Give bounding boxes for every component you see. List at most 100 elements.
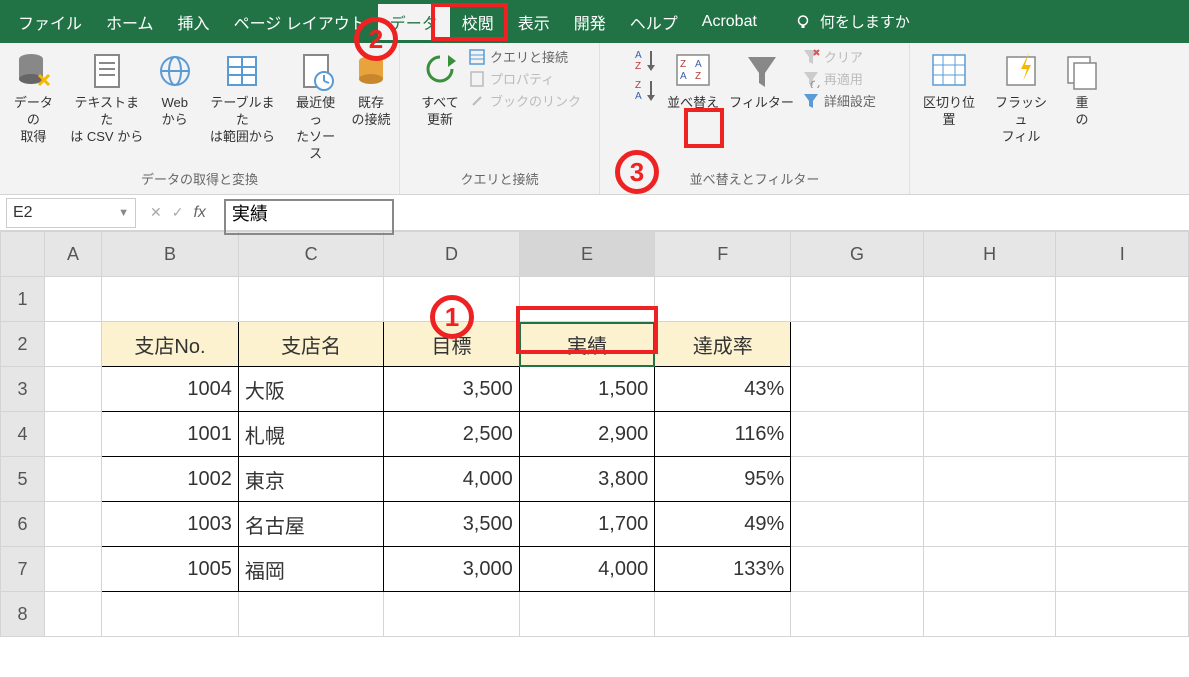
worksheet: A B C D E F G H I 1 2 支店No. 支店名 目標 実績 達成… [0, 231, 1189, 637]
cell-e7[interactable]: 4,000 [519, 547, 654, 592]
edit-links-icon [468, 92, 486, 110]
tab-help[interactable]: ヘルプ [618, 4, 690, 40]
cell-b7[interactable]: 1005 [102, 547, 239, 592]
cell-c5[interactable]: 東京 [238, 457, 383, 502]
row-header-3[interactable]: 3 [1, 367, 45, 412]
row-header-5[interactable]: 5 [1, 457, 45, 502]
cell-e6[interactable]: 1,700 [519, 502, 654, 547]
cell-c3[interactable]: 大阪 [238, 367, 383, 412]
cell-e2[interactable]: 実績 [519, 322, 654, 367]
tab-view[interactable]: 表示 [506, 4, 562, 40]
from-csv-button[interactable]: テキストまた は CSV から [67, 47, 147, 148]
sort-button[interactable]: ZAAZ 並べ替え [665, 47, 721, 114]
svg-text:A: A [695, 59, 702, 70]
cell-f7[interactable]: 133% [655, 547, 791, 592]
cell-d6[interactable]: 3,500 [384, 502, 519, 547]
cell-d7[interactable]: 3,000 [384, 547, 519, 592]
refresh-all-button[interactable]: すべて 更新 [418, 47, 462, 131]
text-file-icon [87, 49, 127, 93]
filter-button[interactable]: フィルター [727, 47, 796, 114]
chevron-down-icon[interactable]: ▼ [118, 207, 129, 219]
reapply-button[interactable]: 再適用 [802, 69, 876, 88]
advanced-filter-button[interactable]: 詳細設定 [802, 91, 876, 110]
tab-review[interactable]: 校閲 [450, 4, 506, 40]
cell-c7[interactable]: 福岡 [238, 547, 383, 592]
text-to-cols-label: 区切り位置 [918, 95, 980, 129]
cell-b5[interactable]: 1002 [102, 457, 239, 502]
cell-f2[interactable]: 達成率 [655, 322, 791, 367]
cell-f4[interactable]: 116% [655, 412, 791, 457]
cell-b4[interactable]: 1001 [102, 412, 239, 457]
refresh-icon [420, 49, 460, 93]
remove-duplicates-button[interactable]: 重 の [1060, 47, 1104, 131]
cell-e3[interactable]: 1,500 [519, 367, 654, 412]
name-box[interactable]: E2 ▼ [6, 198, 136, 228]
row-header-8[interactable]: 8 [1, 592, 45, 637]
cell-b2[interactable]: 支店No. [102, 322, 239, 367]
grid[interactable]: A B C D E F G H I 1 2 支店No. 支店名 目標 実績 達成… [0, 231, 1189, 637]
properties-button[interactable]: プロパティ [468, 69, 581, 88]
from-web-button[interactable]: Web から [153, 47, 197, 131]
col-header-b[interactable]: B [102, 232, 239, 277]
enter-icon[interactable]: ✓ [172, 204, 184, 221]
col-header-a[interactable]: A [44, 232, 101, 277]
col-header-h[interactable]: H [923, 232, 1056, 277]
cell-f5[interactable]: 95% [655, 457, 791, 502]
cell-e5[interactable]: 3,800 [519, 457, 654, 502]
name-box-value: E2 [13, 204, 33, 222]
cell-d5[interactable]: 4,000 [384, 457, 519, 502]
flash-fill-button[interactable]: フラッシュ フィル [988, 47, 1054, 148]
tab-page-layout[interactable]: ページ レイアウト [222, 4, 378, 40]
existing-connections-button[interactable]: 既存 の接続 [349, 47, 393, 131]
cell-c2[interactable]: 支店名 [238, 322, 383, 367]
row-header-6[interactable]: 6 [1, 502, 45, 547]
fx-icon[interactable]: fx [193, 204, 205, 222]
ribbon: データの 取得 テキストまた は CSV から Web から テーブルまた は範… [0, 43, 1189, 195]
row-header-2[interactable]: 2 [1, 322, 45, 367]
clear-filter-button[interactable]: クリア [802, 47, 876, 66]
cell-f6[interactable]: 49% [655, 502, 791, 547]
row-header-7[interactable]: 7 [1, 547, 45, 592]
cell-c6[interactable]: 名古屋 [238, 502, 383, 547]
select-all-corner[interactable] [1, 232, 45, 277]
edit-links-button[interactable]: ブックのリンク [468, 91, 581, 110]
sort-asc-button[interactable]: AZ [633, 47, 659, 73]
cell-f3[interactable]: 43% [655, 367, 791, 412]
get-data-button[interactable]: データの 取得 [6, 47, 61, 148]
col-header-i[interactable]: I [1056, 232, 1189, 277]
col-header-d[interactable]: D [384, 232, 519, 277]
svg-text:Z: Z [680, 59, 686, 70]
text-to-columns-button[interactable]: 区切り位置 [916, 47, 982, 131]
col-header-c[interactable]: C [238, 232, 383, 277]
cell-d2[interactable]: 目標 [384, 322, 519, 367]
from-table-label: テーブルまた は範囲から [205, 95, 280, 146]
cell-d4[interactable]: 2,500 [384, 412, 519, 457]
queries-connections-button[interactable]: クエリと接続 [468, 47, 581, 66]
cell-b3[interactable]: 1004 [102, 367, 239, 412]
svg-text:Z: Z [635, 80, 641, 91]
tab-file[interactable]: ファイル [6, 4, 94, 40]
tab-home[interactable]: ホーム [94, 4, 166, 40]
tab-acrobat[interactable]: Acrobat [690, 7, 769, 37]
menu-bar: ファイル ホーム 挿入 ページ レイアウト データ 校閲 表示 開発 ヘルプ A… [0, 0, 1189, 43]
tab-insert[interactable]: 挿入 [166, 4, 222, 40]
from-table-button[interactable]: テーブルまた は範囲から [203, 47, 282, 148]
cancel-icon[interactable]: ✕ [150, 204, 162, 221]
cell-e4[interactable]: 2,900 [519, 412, 654, 457]
recent-sources-button[interactable]: 最近使っ たソース [288, 47, 343, 165]
cell-c4[interactable]: 札幌 [238, 412, 383, 457]
col-header-e[interactable]: E [519, 232, 654, 277]
col-header-f[interactable]: F [655, 232, 791, 277]
recent-icon [296, 49, 336, 93]
cell-b6[interactable]: 1003 [102, 502, 239, 547]
tab-data[interactable]: データ [378, 4, 450, 40]
col-header-g[interactable]: G [791, 232, 924, 277]
cell-d3[interactable]: 3,500 [384, 367, 519, 412]
tab-developer[interactable]: 開発 [562, 4, 618, 40]
row-header-1[interactable]: 1 [1, 277, 45, 322]
ribbon-group-data-tools: 区切り位置 フラッシュ フィル 重 の [910, 43, 1110, 194]
row-header-4[interactable]: 4 [1, 412, 45, 457]
tell-me[interactable]: 何をしますか [794, 11, 910, 32]
formula-input[interactable] [224, 198, 1189, 228]
sort-desc-button[interactable]: ZA [633, 77, 659, 103]
